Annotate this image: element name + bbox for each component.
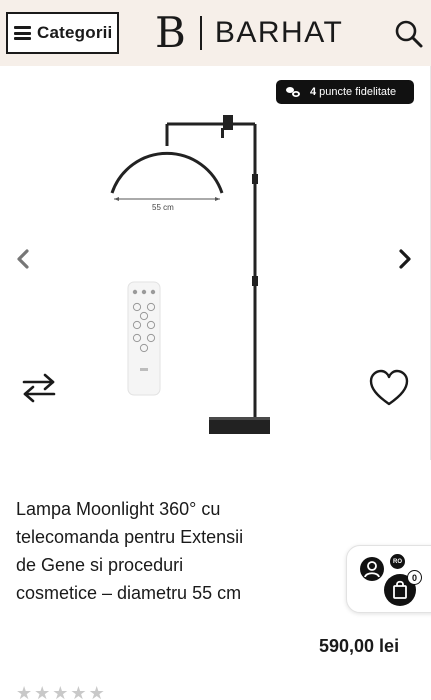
rating-stars[interactable]: ★ ★ ★ ★ ★: [16, 684, 105, 700]
account-cart-widget: RO 0: [346, 545, 431, 613]
chevron-right-icon[interactable]: [396, 248, 414, 270]
star-icon: ★: [52, 683, 69, 700]
logo-letter: B: [155, 8, 186, 57]
product-image: 55 cm: [110, 115, 270, 434]
loyalty-points-label: puncte fidelitate: [319, 86, 397, 98]
dimension-label: 55 cm: [152, 203, 174, 212]
search-icon: [395, 20, 423, 48]
loyalty-points-value: 4: [310, 86, 317, 98]
compare-arrows-icon[interactable]: [20, 371, 58, 405]
coins-icon: [286, 87, 300, 97]
chevron-left-icon[interactable]: [14, 248, 32, 270]
star-icon: ★: [70, 683, 87, 700]
loyalty-points-badge: 4 puncte fidelitate: [276, 80, 414, 104]
brand-logo[interactable]: B BARHAT: [155, 12, 343, 54]
categories-button[interactable]: Categorii: [6, 12, 119, 54]
language-badge[interactable]: RO: [390, 554, 405, 569]
logo-divider: [199, 16, 202, 50]
star-icon: ★: [88, 683, 105, 700]
star-icon: ★: [34, 683, 51, 700]
product-price: 590,00 lei: [319, 636, 400, 656]
site-header: Categorii B BARHAT: [0, 0, 431, 66]
cart-count-badge: 0: [407, 570, 422, 585]
user-icon: [364, 561, 380, 578]
logo-text: BARHAT: [214, 16, 344, 49]
hamburger-icon: [14, 26, 31, 40]
product-title: Lampa Moonlight 360° cu telecomanda pent…: [16, 499, 244, 603]
categories-label: Categorii: [37, 23, 113, 42]
search-button[interactable]: [394, 19, 424, 49]
star-icon: ★: [16, 683, 33, 700]
heart-icon[interactable]: [368, 369, 410, 407]
account-button[interactable]: [360, 557, 384, 581]
